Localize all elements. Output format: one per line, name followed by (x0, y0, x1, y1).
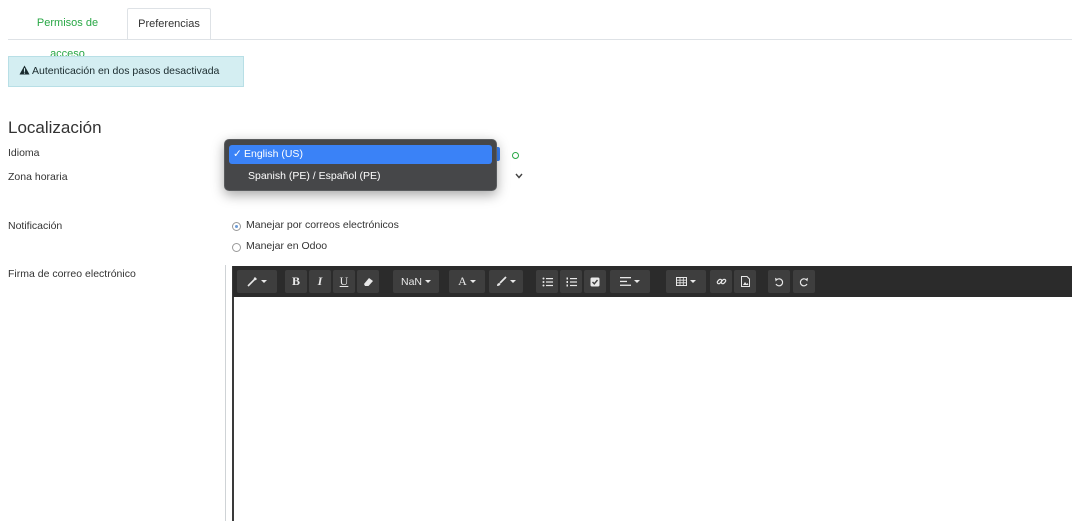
magic-wand-icon (247, 277, 257, 287)
redo-icon (799, 277, 808, 286)
signature-label: Firma de correo electrónico (8, 268, 136, 280)
link-button[interactable] (710, 270, 732, 293)
list-ol-icon (566, 277, 577, 286)
language-status-icon (512, 152, 519, 159)
clear-format-button[interactable] (357, 270, 379, 293)
editor-toolbar: B I U NaN A (233, 266, 1072, 297)
language-option-english[interactable]: ✓ English (US) (229, 145, 492, 164)
checkbox-icon (590, 277, 600, 286)
language-label: Idioma (8, 147, 40, 159)
language-option-spanish[interactable]: Spanish (PE) / Español (PE) (229, 167, 492, 186)
radio-odoo-label[interactable]: Manejar en Odoo (246, 240, 327, 252)
signature-editor[interactable] (232, 266, 1072, 521)
table-button[interactable] (666, 270, 706, 293)
brush-icon (497, 276, 507, 286)
italic-button[interactable]: I (309, 270, 331, 293)
tabs-divider (8, 39, 1072, 40)
field-divider (225, 265, 226, 521)
link-icon (716, 278, 726, 285)
underline-button[interactable]: U (333, 270, 355, 293)
radio-email[interactable] (232, 222, 241, 231)
checklist-button[interactable] (584, 270, 606, 293)
language-dropdown[interactable]: ✓ English (US) Spanish (PE) / Español (PE… (224, 139, 497, 191)
font-color-button[interactable]: A (449, 270, 485, 293)
radio-odoo[interactable] (232, 243, 241, 252)
highlight-button[interactable] (489, 270, 523, 293)
list-ul-icon (542, 277, 553, 286)
tab-access-permissions[interactable]: Permisos de acceso (8, 8, 127, 60)
alert-text: Autenticación en dos pasos desactivada (32, 65, 220, 77)
eraser-icon (363, 277, 373, 286)
notification-label: Notificación (8, 220, 63, 232)
ordered-list-button[interactable] (560, 270, 582, 293)
chevron-down-icon[interactable] (514, 172, 524, 180)
undo-icon (775, 277, 784, 286)
two-factor-alert: Autenticación en dos pasos desactivada (8, 56, 244, 87)
checkmark-icon: ✓ (233, 148, 242, 160)
bold-button[interactable]: B (285, 270, 307, 293)
font-size-button[interactable]: NaN (393, 270, 439, 293)
unordered-list-button[interactable] (536, 270, 558, 293)
tab-preferences[interactable]: Preferencias (127, 8, 211, 40)
radio-email-label[interactable]: Manejar por correos electrónicos (246, 219, 399, 231)
redo-button[interactable] (793, 270, 815, 293)
style-button[interactable] (237, 270, 277, 293)
align-left-icon (620, 277, 631, 286)
warning-icon (19, 65, 30, 75)
table-icon (676, 277, 687, 286)
timezone-label: Zona horaria (8, 171, 68, 183)
section-title-localization: Localización (8, 118, 102, 137)
align-button[interactable] (610, 270, 650, 293)
image-button[interactable] (734, 270, 756, 293)
image-file-icon (740, 276, 750, 287)
undo-button[interactable] (768, 270, 790, 293)
